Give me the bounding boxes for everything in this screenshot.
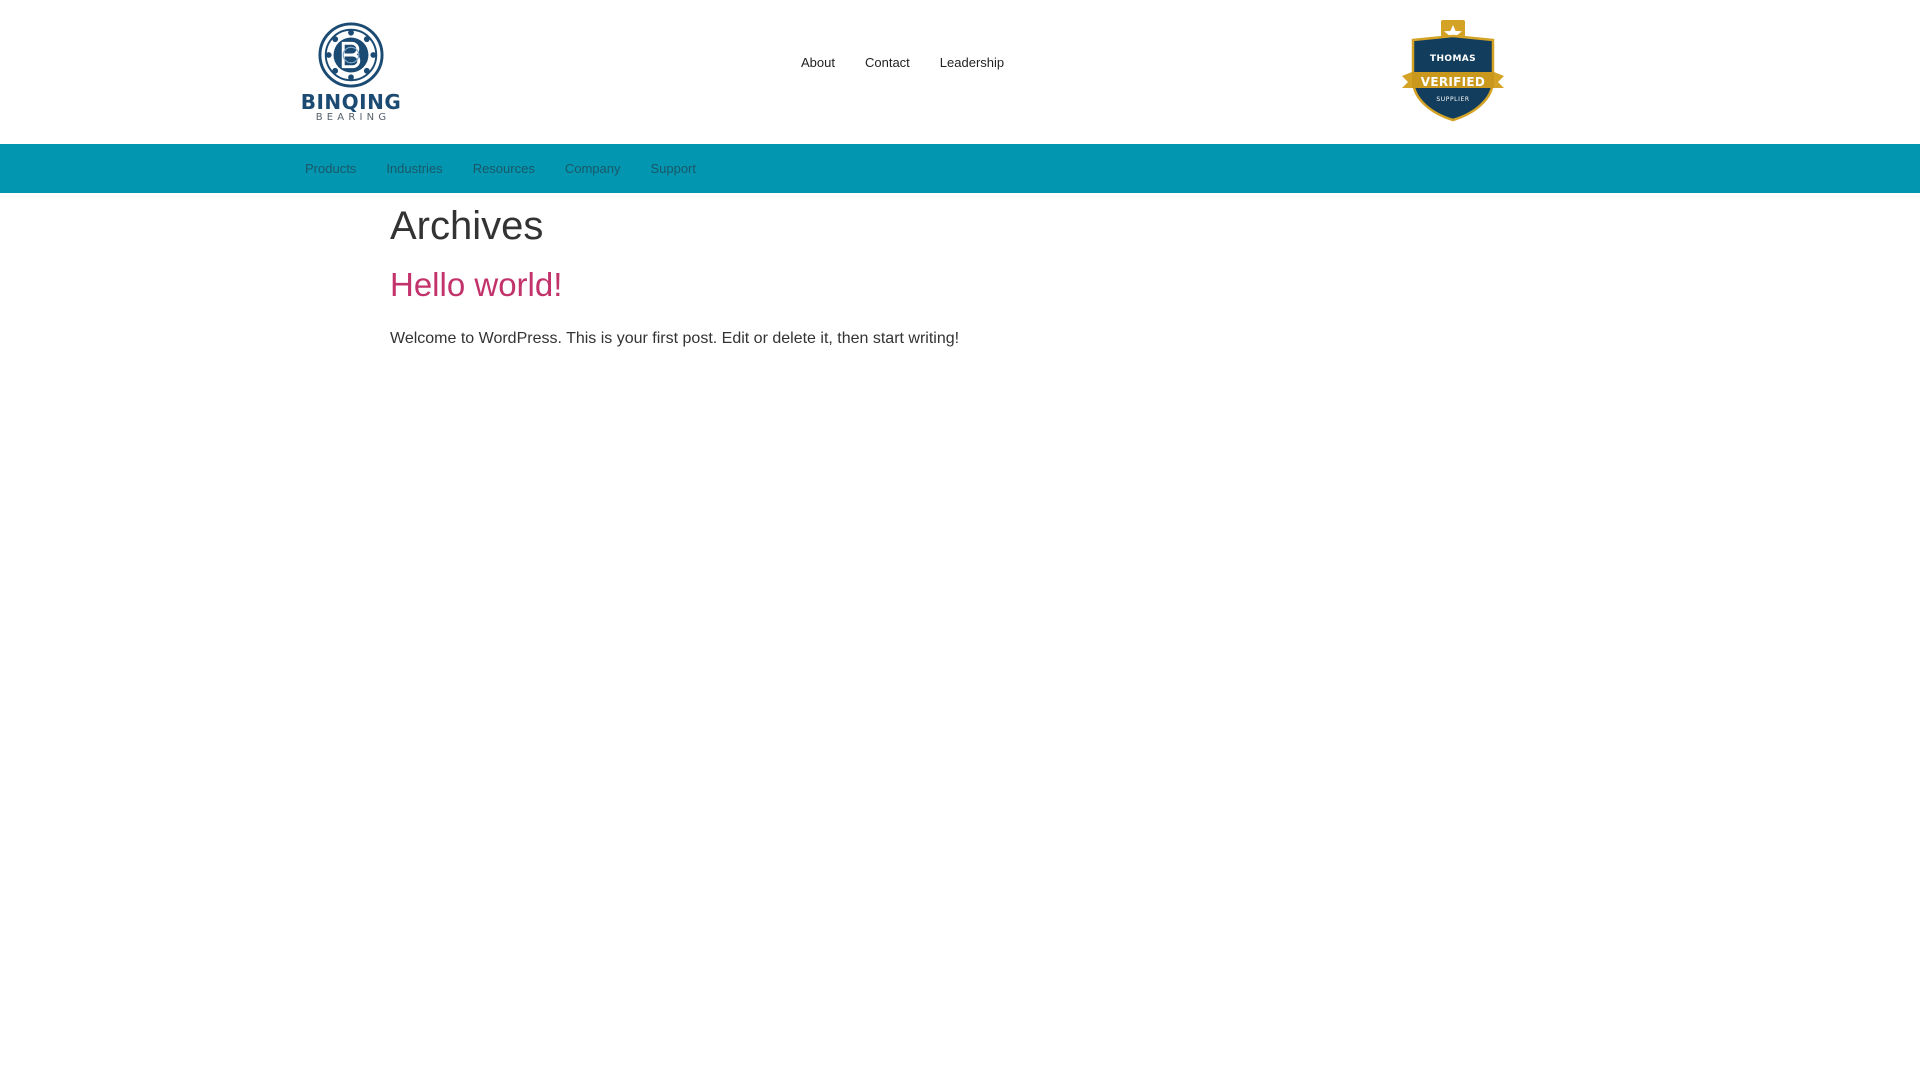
- post-excerpt: Welcome to WordPress. This is your first…: [390, 330, 960, 347]
- top-nav-contact[interactable]: Contact: [850, 48, 925, 78]
- logo-subtitle: BEARING: [315, 112, 391, 123]
- main-nav-company[interactable]: Company: [550, 144, 636, 193]
- page-title: Archives: [390, 204, 544, 248]
- post-title: Hello world!: [390, 256, 1530, 314]
- thomas-verified-badge[interactable]: THOMAS VERIFIED SUPPLIER: [1400, 18, 1506, 122]
- main-nav-items: Products Industries Resources Company Su…: [290, 144, 711, 193]
- bearing-logo-icon: [318, 22, 384, 88]
- main-navigation: Products Industries Resources Company Su…: [0, 144, 1920, 193]
- logo-name: BINQING: [300, 90, 402, 114]
- main-nav-industries[interactable]: Industries: [371, 144, 457, 193]
- page: BINQING BEARING About Contact Leadership…: [0, 0, 1920, 1080]
- badge-type: SUPPLIER: [1436, 96, 1470, 103]
- top-nav-leadership[interactable]: Leadership: [925, 48, 1019, 78]
- verified-shield-icon: [1402, 20, 1504, 122]
- site-header: BINQING BEARING About Contact Leadership…: [0, 0, 1920, 144]
- post-item: Hello world! Welcome to WordPress. This …: [390, 256, 1530, 351]
- main-nav-products[interactable]: Products: [290, 144, 371, 193]
- main-nav-resources[interactable]: Resources: [458, 144, 550, 193]
- top-nav-about[interactable]: About: [786, 48, 850, 78]
- badge-status: VERIFIED: [1420, 75, 1486, 89]
- badge-brand: THOMAS: [1429, 54, 1477, 64]
- site-logo[interactable]: BINQING BEARING: [301, 22, 401, 124]
- main-nav-support[interactable]: Support: [635, 144, 711, 193]
- top-navigation: About Contact Leadership: [786, 48, 1019, 78]
- archive-content: Archives Hello world! Welcome to WordPre…: [390, 196, 1530, 351]
- post-title-link[interactable]: Hello world!: [390, 266, 562, 303]
